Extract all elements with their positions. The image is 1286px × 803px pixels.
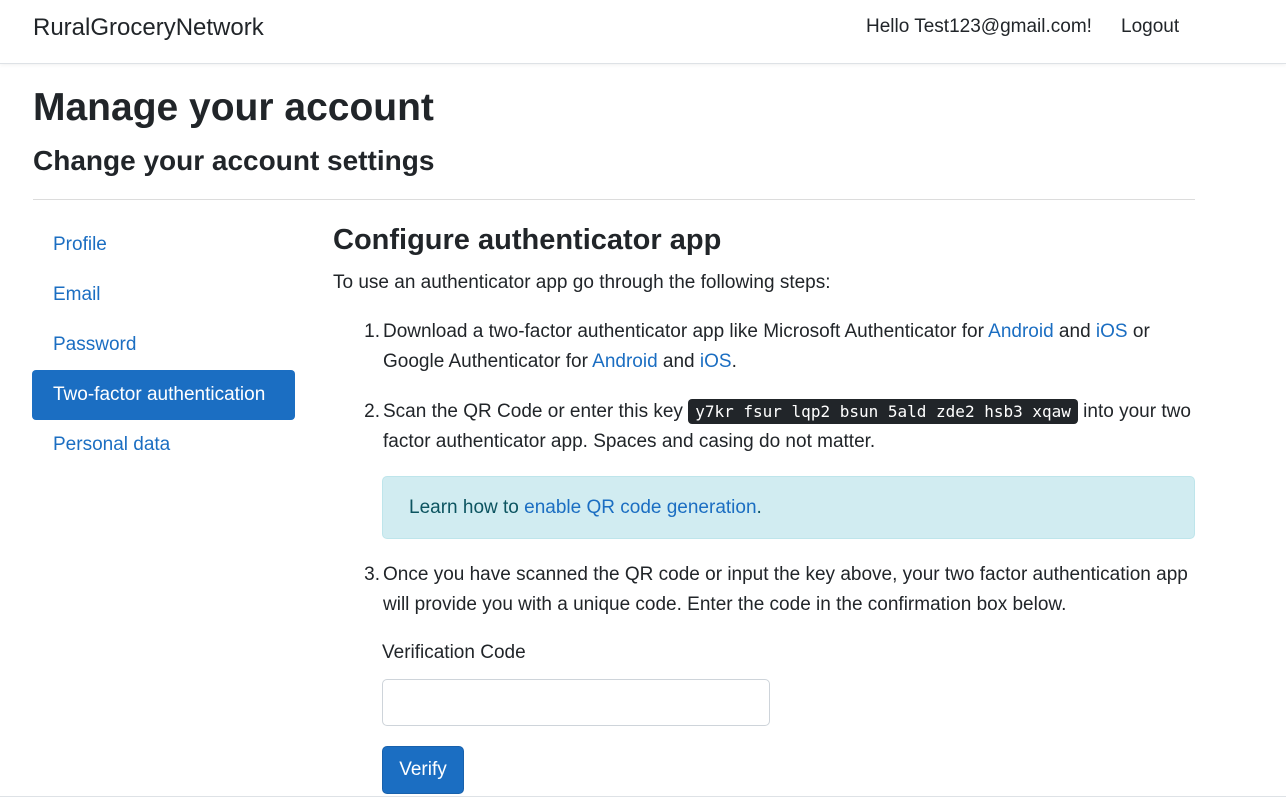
step-text-part: Download a two-factor authenticator app … xyxy=(383,321,989,342)
main-content: Configure authenticator app To use an au… xyxy=(333,222,1195,794)
info-alert: Learn how to enable QR code generation. xyxy=(382,476,1195,539)
android-link-1[interactable]: Android xyxy=(988,321,1054,342)
step-text-part: . xyxy=(731,351,737,372)
sidebar-item-personal-data[interactable]: Personal data xyxy=(32,420,295,470)
ios-link-1[interactable]: iOS xyxy=(1096,321,1128,342)
android-link-2[interactable]: Android xyxy=(592,351,658,372)
section-heading: Configure authenticator app xyxy=(333,224,722,256)
enable-qr-link[interactable]: enable QR code generation xyxy=(524,497,756,518)
alert-text: . xyxy=(756,497,762,518)
bottom-divider xyxy=(0,796,1286,797)
verification-code-label: Verification Code xyxy=(382,642,526,663)
verification-code-input[interactable] xyxy=(382,679,770,726)
step-text: Once you have scanned the QR code or inp… xyxy=(383,564,1188,615)
page-subtitle: Change your account settings xyxy=(33,145,435,176)
divider xyxy=(33,199,1195,200)
step-text-part: and xyxy=(657,351,700,372)
logout-button[interactable]: Logout xyxy=(1121,16,1179,38)
sidebar-item-email[interactable]: Email xyxy=(32,270,295,320)
sidebar-item-two-factor[interactable]: Two-factor authentication xyxy=(32,370,295,420)
sidebar-item-profile[interactable]: Profile xyxy=(32,220,295,270)
user-greeting-link[interactable]: Hello Test123@gmail.com! xyxy=(866,16,1092,38)
brand-link[interactable]: RuralGroceryNetwork xyxy=(33,14,264,42)
verify-button[interactable]: Verify xyxy=(382,746,464,794)
ios-link-2[interactable]: iOS xyxy=(700,351,732,372)
step-number: 2. xyxy=(364,401,380,422)
authenticator-key: y7kr fsur lqp2 bsun 5ald zde2 hsb3 xqaw xyxy=(688,399,1078,424)
step-text: Download a two-factor authenticator app … xyxy=(383,317,1195,377)
step-text-part: Scan the QR Code or enter this key xyxy=(383,401,689,422)
intro-text: To use an authenticator app go through t… xyxy=(333,272,831,293)
alert-text: Learn how to xyxy=(409,497,525,518)
step-number: 1. xyxy=(364,321,380,342)
step-text-part: and xyxy=(1053,321,1096,342)
sidebar-item-password[interactable]: Password xyxy=(32,320,295,370)
top-navbar: RuralGroceryNetwork Hello Test123@gmail.… xyxy=(0,0,1286,64)
account-sidebar: Profile Email Password Two-factor authen… xyxy=(32,220,295,470)
step-number: 3. xyxy=(364,564,380,585)
page-title: Manage your account xyxy=(33,86,434,129)
step-text: Scan the QR Code or enter this key y7kr … xyxy=(383,397,1195,457)
